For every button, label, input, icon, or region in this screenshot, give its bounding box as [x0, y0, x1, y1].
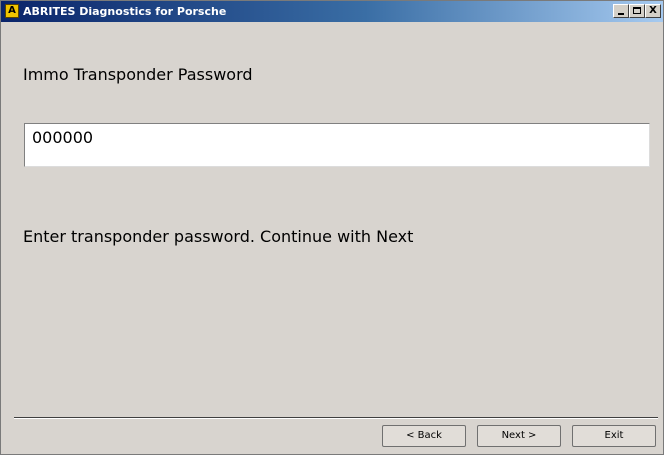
- transponder-password-input[interactable]: 000000: [24, 123, 650, 167]
- window-title: ABRITES Diagnostics for Porsche: [23, 5, 227, 18]
- close-button[interactable]: X: [645, 4, 661, 18]
- app-logo-icon: A: [5, 4, 19, 18]
- maximize-icon: [633, 7, 641, 14]
- back-button[interactable]: < Back: [382, 425, 466, 447]
- instruction-text: Enter transponder password. Continue wit…: [23, 227, 414, 246]
- minimize-button[interactable]: [613, 4, 629, 18]
- exit-button[interactable]: Exit: [572, 425, 656, 447]
- minimize-icon: [618, 13, 624, 15]
- next-button[interactable]: Next >: [477, 425, 561, 447]
- divider: [14, 417, 658, 419]
- maximize-button[interactable]: [629, 4, 645, 18]
- password-label: Immo Transponder Password: [23, 65, 253, 84]
- app-window: A ABRITES Diagnostics for Porsche X Immo…: [0, 0, 664, 455]
- close-icon: X: [649, 5, 657, 16]
- title-bar[interactable]: A ABRITES Diagnostics for Porsche X: [1, 1, 663, 22]
